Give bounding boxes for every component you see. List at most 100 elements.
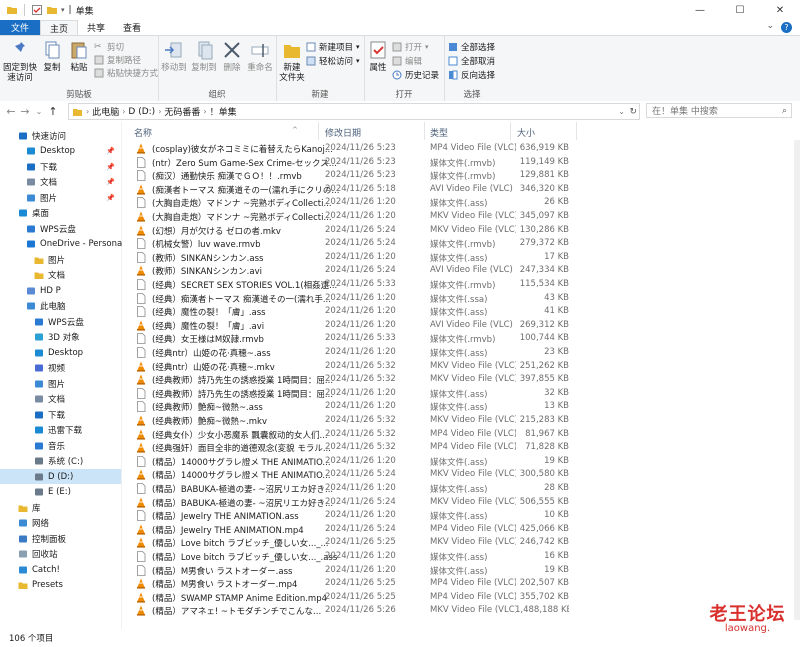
refresh-icon[interactable]: ↻ (629, 107, 637, 117)
nav-item[interactable]: 回收站 (0, 547, 121, 562)
column-divider[interactable] (576, 122, 577, 140)
nav-item[interactable]: Desktop 📌 (0, 144, 121, 159)
address-bar[interactable]: › 此电脑 › D (D:) › 无码番番 › ！单集 ⌄ ↻ (68, 103, 640, 120)
nav-item[interactable]: 图片 (0, 376, 121, 391)
file-row[interactable]: (大胸自走炮）マドンナ ~完熟ボディCollecti... 2024/11/26 … (122, 210, 800, 224)
file-row[interactable]: (经典ntr）山姫の花·真穂~.ass 2024/11/26 1:20 媒体文件(.… (122, 346, 800, 360)
nav-item[interactable]: Presets (0, 578, 121, 593)
nav-item[interactable]: 图片 📌 (0, 190, 121, 205)
open-button[interactable]: 打开 ▾ (392, 41, 429, 53)
nav-item[interactable]: 系统 (C:) (0, 454, 121, 469)
file-row[interactable]: (精品）Jewelry THE ANIMATION.mp4 2024/11/26 … (122, 523, 800, 537)
file-row[interactable]: (经典ntr）山姫の花·真穂~.mkv 2024/11/26 5:32 MKV Vi… (122, 360, 800, 374)
file-row[interactable]: (精品）Love bitch ラブビッチ_優しい女..._... 2024/11/… (122, 536, 800, 550)
tab-home[interactable]: 主页 (40, 20, 79, 35)
file-row[interactable]: (精品）BABUKA-極道の妻- ~沼尻リエカ好き... 2024/11/26 1… (122, 482, 800, 496)
nav-item[interactable]: 文档 (0, 392, 121, 407)
file-row[interactable]: (精品）14000サグラレ證メ THE ANIMATIO... 2024/11/2… (122, 468, 800, 482)
nav-item[interactable]: 文档 (0, 268, 121, 283)
column-divider[interactable] (510, 122, 511, 140)
up-button[interactable]: ↑ (46, 105, 60, 118)
nav-item[interactable]: 网络 (0, 516, 121, 531)
search-input[interactable]: 在！单集 中搜索 ⌕ (646, 103, 792, 118)
nav-item[interactable]: OneDrive - Personal (0, 237, 125, 252)
select-none-button[interactable]: 全部取消 (448, 55, 495, 67)
pin-icon[interactable]: 📌 (106, 194, 115, 202)
nav-item[interactable]: 文档 📌 (0, 175, 121, 190)
nav-item[interactable]: 桌面 (0, 206, 121, 221)
file-row[interactable]: (经典强奸）面目全非的道德观念(変貌 モラル... 2024/11/26 5:32… (122, 441, 800, 455)
file-row[interactable]: (幻想）月が欠ける ゼロの者.mkv 2024/11/26 5:24 MKV Vid… (122, 224, 800, 238)
move-to-button[interactable]: 移动到 (160, 39, 188, 73)
nav-item[interactable]: E (E:) (0, 485, 121, 500)
nav-item[interactable]: 图片 (0, 252, 121, 267)
file-row[interactable]: (痴漢者トーマス 痴漢道その一(濡れ手にクリの... 2024/11/26 5:1… (122, 183, 800, 197)
nav-item[interactable]: 3D 对象 (0, 330, 121, 345)
file-row[interactable]: (机械女警）luv wave.rmvb 2024/11/26 5:24 媒体文件(.… (122, 237, 800, 251)
minimize-button[interactable]: — (680, 0, 720, 20)
column-name[interactable]: 名称 (134, 126, 152, 139)
nav-item[interactable]: Catch! (0, 562, 121, 577)
pin-icon[interactable]: 📌 (106, 163, 115, 171)
nav-item[interactable]: Desktop (0, 345, 121, 360)
copy-button[interactable]: 复制 (40, 39, 64, 73)
nav-item[interactable]: HD P (0, 283, 121, 298)
properties-check-icon[interactable] (31, 4, 43, 16)
nav-item[interactable]: 控制面板 (0, 531, 121, 546)
nav-item[interactable]: 视频 (0, 361, 121, 376)
history-button[interactable]: 历史记录 (392, 69, 439, 81)
paste-button[interactable]: 粘贴 (67, 39, 91, 73)
recent-locations-icon[interactable]: ⌄ (32, 107, 46, 116)
properties-button[interactable]: 属性 (366, 39, 390, 73)
breadcrumb-drive-d[interactable]: D (D:) (128, 107, 155, 117)
file-row[interactable]: (cosplay)彼女がネコミミに着替えたらKanoj... 2024/11/26… (122, 142, 800, 156)
select-all-button[interactable]: 全部选择 (448, 41, 495, 53)
nav-item[interactable]: WPS云盘 (0, 314, 121, 329)
file-row[interactable]: (精品）SWAMP STAMP Anime Edition.mp4 2024/11… (122, 591, 800, 605)
vertical-scrollbar[interactable] (794, 140, 800, 620)
paste-shortcut-button[interactable]: 粘贴快捷方式 (94, 67, 158, 79)
tab-file[interactable]: 文件 (0, 20, 41, 35)
file-row[interactable]: (精品）14000サグラレ證メ THE ANIMATIO... 2024/11/2… (122, 455, 800, 469)
close-button[interactable]: ✕ (760, 0, 800, 20)
column-date[interactable]: 修改日期 (325, 126, 361, 139)
breadcrumb-this-pc[interactable]: 此电脑 (92, 105, 119, 118)
file-row[interactable]: (经典教师）詩乃先生の誘惑授業 1時間目：屈... 2024/11/26 5:32… (122, 373, 800, 387)
delete-button[interactable]: 删除 (220, 39, 244, 73)
forward-button[interactable]: → (18, 105, 32, 118)
file-row[interactable]: (经典）痴漢者トーマス 痴漢道その一(濡れ手... 2024/11/26 1:20… (122, 292, 800, 306)
address-dropdown-icon[interactable]: ⌄ (618, 107, 625, 116)
file-row[interactable]: (精品）Jewelry THE ANIMATION.ass 2024/11/26 … (122, 509, 800, 523)
nav-item[interactable]: 此电脑 (0, 299, 121, 314)
easy-access-button[interactable]: 轻松访问 ▾ (306, 55, 360, 67)
maximize-button[interactable]: ☐ (720, 0, 760, 20)
copy-to-button[interactable]: 复制到 (190, 39, 218, 73)
column-divider[interactable] (318, 122, 319, 140)
nav-item[interactable]: D (D:) (0, 469, 121, 484)
new-folder-quick-icon[interactable] (46, 4, 58, 16)
file-row[interactable]: (精品）M男食い ラストオーダー.mp4 2024/11/26 5:25 MP4 V… (122, 577, 800, 591)
tab-share[interactable]: 共享 (78, 20, 114, 35)
ribbon-collapse-icon[interactable]: ⌄ (766, 21, 774, 31)
copy-path-button[interactable]: 复制路径 (94, 54, 141, 66)
file-row[interactable]: (ntr）Zero Sum Game-Sex Crime-セックス... 2024… (122, 156, 800, 170)
file-row[interactable]: (经典教师）艶痴~微熱~.ass 2024/11/26 1:20 媒体文件(.ass… (122, 400, 800, 414)
column-type[interactable]: 类型 (430, 126, 448, 139)
help-icon[interactable]: ? (781, 22, 792, 33)
file-row[interactable]: (经典女仆）少女小恶魔系 飄囊叙动的女人们... 2024/11/26 5:32 M… (122, 428, 800, 442)
new-item-button[interactable]: 新建项目 ▾ (306, 41, 360, 53)
edit-button[interactable]: 编辑 (392, 55, 422, 67)
breadcrumb-current[interactable]: ！单集 (210, 105, 237, 118)
pin-icon[interactable]: 📌 (106, 178, 115, 186)
nav-item[interactable]: WPS云盘 (0, 221, 121, 236)
quick-access-dropdown-icon[interactable]: ▾ (61, 6, 65, 14)
cut-button[interactable]: ✂ 剪切 (94, 41, 124, 53)
nav-item[interactable]: 迅雷下载 (0, 423, 121, 438)
nav-item[interactable]: 下载 📌 (0, 159, 121, 174)
rename-button[interactable]: 重命名 (246, 39, 274, 73)
file-row[interactable]: (经典）SECRET SEX STORIES VOL.1(相姦逮... 2024/… (122, 278, 800, 292)
file-row[interactable]: (痴汉）通勤快乐 痴漢でＧＯ！！.rmvb 2024/11/26 5:23 媒体文件… (122, 169, 800, 183)
file-row[interactable]: (精品）Love bitch ラブビッチ_優しい女..._.ass 2024/11… (122, 550, 800, 564)
file-row[interactable]: (教师）SINKANシンカン.ass 2024/11/26 1:20 媒体文件(.a… (122, 251, 800, 265)
invert-selection-button[interactable]: 反向选择 (448, 69, 495, 81)
